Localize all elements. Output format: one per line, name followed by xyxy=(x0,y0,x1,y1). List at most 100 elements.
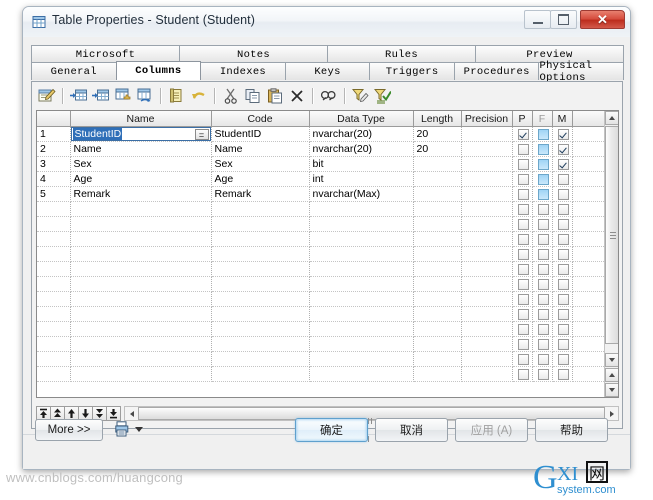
table-row[interactable]: 1 StudentID = StudentID nvarchar(20) 20 xyxy=(37,126,606,142)
cell-name[interactable] xyxy=(70,336,212,352)
cell-datatype[interactable] xyxy=(309,351,414,367)
cell-datatype[interactable] xyxy=(309,216,414,232)
cell-precision[interactable] xyxy=(461,171,513,187)
vertical-scroll-thumb[interactable] xyxy=(605,126,618,344)
cell-row-number[interactable] xyxy=(37,276,71,292)
checkbox[interactable] xyxy=(518,128,529,140)
cell-mandatory[interactable] xyxy=(552,291,573,307)
add-column-icon[interactable] xyxy=(112,85,133,106)
cell-length[interactable] xyxy=(413,306,462,322)
checkbox[interactable] xyxy=(558,353,569,365)
checkbox[interactable] xyxy=(558,218,569,230)
checkbox[interactable] xyxy=(518,353,529,365)
checkbox[interactable] xyxy=(538,278,549,290)
cell-precision[interactable] xyxy=(461,321,513,337)
delete-icon[interactable] xyxy=(286,85,307,106)
cell-mandatory[interactable] xyxy=(552,126,573,142)
cell-row-number[interactable] xyxy=(37,216,71,232)
cell-datatype[interactable] xyxy=(309,201,414,217)
cell-foreign[interactable] xyxy=(532,366,553,382)
cell-datatype[interactable] xyxy=(309,291,414,307)
scroll-page-up-button[interactable] xyxy=(605,368,618,382)
cell-length[interactable] xyxy=(413,156,462,172)
properties-icon[interactable] xyxy=(36,85,57,106)
grid-vertical-scrollbar[interactable] xyxy=(604,111,618,397)
cell-datatype[interactable] xyxy=(309,306,414,322)
cell-row-number[interactable] xyxy=(37,201,71,217)
checkbox[interactable] xyxy=(538,233,549,245)
cell-mandatory[interactable] xyxy=(552,261,573,277)
cell-code[interactable] xyxy=(211,276,310,292)
checkbox[interactable] xyxy=(558,308,569,320)
chevron-down-icon[interactable] xyxy=(135,427,143,432)
copy-icon[interactable] xyxy=(242,85,263,106)
cell-foreign[interactable] xyxy=(532,141,553,157)
tab-rules[interactable]: Rules xyxy=(327,45,476,63)
cell-mandatory[interactable] xyxy=(552,141,573,157)
col-header-datatype[interactable]: Data Type xyxy=(309,111,414,127)
cancel-button[interactable]: 取消 xyxy=(375,418,448,442)
table-row-empty[interactable] xyxy=(37,366,606,382)
checkbox[interactable] xyxy=(558,338,569,350)
more-button[interactable]: More >> xyxy=(35,419,103,441)
cell-code[interactable] xyxy=(211,321,310,337)
checkbox[interactable] xyxy=(558,278,569,290)
help-button[interactable]: 帮助 xyxy=(535,418,608,442)
cell-primary[interactable] xyxy=(512,216,533,232)
cell-foreign[interactable] xyxy=(532,186,553,202)
tab-columns[interactable]: Columns xyxy=(115,61,202,80)
tab-procedures[interactable]: Procedures xyxy=(453,62,540,80)
checkbox[interactable] xyxy=(558,143,569,155)
table-row[interactable]: 2 Name Name nvarchar(20) 20 xyxy=(37,141,606,157)
checkbox[interactable] xyxy=(558,263,569,275)
cell-datatype[interactable] xyxy=(309,336,414,352)
cell-length[interactable] xyxy=(413,171,462,187)
cell-mandatory[interactable] xyxy=(552,201,573,217)
cell-name[interactable]: Remark xyxy=(70,186,212,202)
cell-length[interactable] xyxy=(413,366,462,382)
cell-name[interactable] xyxy=(70,246,212,262)
cell-precision[interactable] xyxy=(461,276,513,292)
cell-code[interactable]: Age xyxy=(211,171,310,187)
cell-name[interactable] xyxy=(70,321,212,337)
table-row[interactable]: 3 Sex Sex bit xyxy=(37,156,606,172)
tab-general[interactable]: General xyxy=(31,62,117,80)
table-row-empty[interactable] xyxy=(37,306,606,322)
col-header-f[interactable]: F xyxy=(532,111,553,127)
table-row-empty[interactable] xyxy=(37,321,606,337)
cell-datatype[interactable]: nvarchar(20) xyxy=(309,141,414,157)
cell-precision[interactable] xyxy=(461,141,513,157)
cell-length[interactable] xyxy=(413,321,462,337)
cell-precision[interactable] xyxy=(461,156,513,172)
checkbox[interactable] xyxy=(518,188,529,200)
cell-primary[interactable] xyxy=(512,366,533,382)
cell-name[interactable] xyxy=(70,366,212,382)
col-header-p[interactable]: P xyxy=(512,111,533,127)
apply-button[interactable]: 应用 (A) xyxy=(455,418,528,442)
cell-datatype[interactable]: nvarchar(Max) xyxy=(309,186,414,202)
checkbox[interactable] xyxy=(538,248,549,260)
checkbox[interactable] xyxy=(558,368,569,380)
checkbox[interactable] xyxy=(558,233,569,245)
cell-code[interactable]: StudentID xyxy=(211,126,310,142)
checkbox[interactable] xyxy=(518,263,529,275)
cell-datatype[interactable] xyxy=(309,276,414,292)
cell-name[interactable] xyxy=(70,216,212,232)
cell-foreign[interactable] xyxy=(532,261,553,277)
cell-foreign[interactable] xyxy=(532,321,553,337)
checkbox[interactable] xyxy=(518,368,529,380)
cell-mandatory[interactable] xyxy=(552,336,573,352)
cell-length[interactable]: 20 xyxy=(413,141,462,157)
cell-precision[interactable] xyxy=(461,186,513,202)
col-header-precision[interactable]: Precision xyxy=(461,111,513,127)
cell-precision[interactable] xyxy=(461,216,513,232)
checkbox[interactable] xyxy=(538,173,549,185)
checkbox[interactable] xyxy=(558,158,569,170)
apply-filter-icon[interactable] xyxy=(372,85,393,106)
checkbox[interactable] xyxy=(518,248,529,260)
cell-name[interactable] xyxy=(70,291,212,307)
checkbox[interactable] xyxy=(518,203,529,215)
cell-mandatory[interactable] xyxy=(552,276,573,292)
checkbox[interactable] xyxy=(518,278,529,290)
cell-row-number[interactable] xyxy=(37,366,71,382)
